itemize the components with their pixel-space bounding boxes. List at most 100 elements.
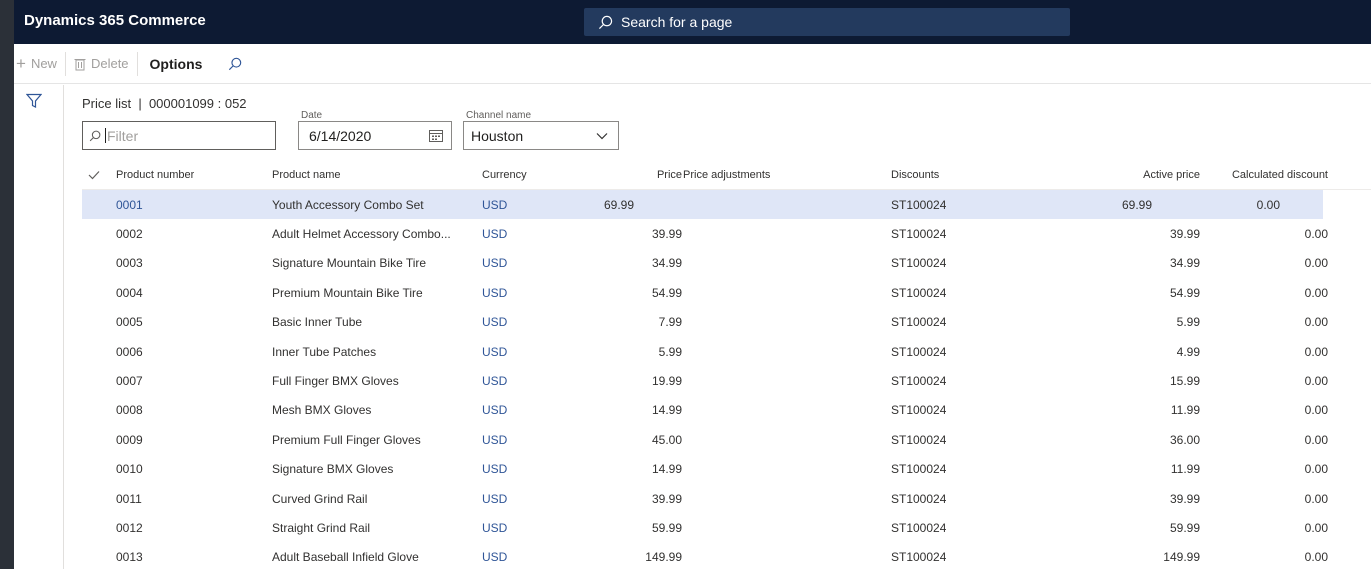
product-number-cell[interactable]: 0004 [116,286,143,300]
date-value: 6/14/2020 [309,127,372,144]
currency-cell[interactable]: USD [482,550,507,564]
discounts-cell: ST100024 [891,285,947,300]
filter-icon[interactable] [26,93,42,109]
column-header-active-price[interactable]: Active price [1143,169,1200,181]
product-number-cell[interactable]: 0001 [116,198,143,212]
currency-cell[interactable]: USD [482,492,507,506]
page-search-box[interactable]: Search for a page [584,8,1070,36]
active-price-cell: 149.99 [1163,550,1200,565]
price-cell: 34.99 [651,256,682,271]
search-icon [89,130,101,141]
left-rail [14,85,64,569]
product-number-cell[interactable]: 0009 [116,433,143,447]
product-number-cell[interactable]: 0003 [116,256,143,270]
product-name-cell: Premium Mountain Bike Tire [272,285,423,300]
date-field[interactable]: 6/14/2020 [298,121,452,150]
channel-name-dropdown[interactable]: Houston [463,121,619,150]
price-cell: 19.99 [651,374,682,389]
calculated-discount-cell: 0.00 [1304,344,1328,359]
column-header-discounts[interactable]: Discounts [891,169,939,181]
product-number-cell[interactable]: 0008 [116,403,143,417]
table-row[interactable]: 0007 Full Finger BMX Gloves USD 19.99 ST1000… [82,366,1371,395]
new-button-label: New [30,56,57,71]
table-row[interactable]: 0008 Mesh BMX Gloves USD 14.99 ST100024 11.99… [82,396,1371,425]
calculated-discount-cell: 0.00 [1304,491,1328,506]
active-price-cell: 34.99 [1169,256,1200,271]
calculated-discount-cell: 0.00 [1304,285,1328,300]
price-cell: 14.99 [651,403,682,418]
table-row[interactable]: 0010 Signature BMX Gloves USD 14.99 ST100024… [82,455,1371,484]
table-row[interactable]: 0006 Inner Tube Patches USD 5.99 ST100024 4.9… [82,337,1371,366]
active-price-cell: 69.99 [1121,197,1152,212]
filter-input[interactable]: Filter [82,121,276,150]
text-cursor [105,128,106,143]
column-header-price-adjustments[interactable]: Price adjustments [683,169,770,181]
new-button[interactable]: + New [14,44,65,84]
currency-cell[interactable]: USD [482,345,507,359]
product-number-cell[interactable]: 0011 [116,492,142,506]
options-tab[interactable]: Options [136,51,215,76]
currency-cell[interactable]: USD [482,462,507,476]
active-price-cell: 39.99 [1169,491,1200,506]
currency-cell[interactable]: USD [482,286,507,300]
discounts-cell: ST100024 [891,491,947,506]
price-cell: 45.00 [651,432,682,447]
select-all-checkmark-icon[interactable] [88,170,100,180]
grid-body: 0001 Youth Accessory Combo Set USD 69.99 ST1… [82,190,1371,569]
active-price-cell: 15.99 [1169,374,1200,389]
product-name-cell: Adult Baseball Infield Glove [272,550,419,565]
product-number-cell[interactable]: 0012 [116,521,143,535]
discounts-cell: ST100024 [891,374,947,389]
plus-icon: + [16,54,26,73]
product-number-cell[interactable]: 0010 [116,462,143,476]
currency-cell[interactable]: USD [482,403,507,417]
table-row[interactable]: 0005 Basic Inner Tube USD 7.99 ST100024 5.99 0… [82,308,1371,337]
column-header-calculated-discount[interactable]: Calculated discount [1232,169,1328,181]
discounts-cell: ST100024 [891,550,947,565]
price-cell: 7.99 [658,315,682,330]
currency-cell[interactable]: USD [482,374,507,388]
currency-cell[interactable]: USD [482,198,507,212]
active-price-cell: 36.00 [1169,432,1200,447]
active-price-cell: 11.99 [1170,403,1200,418]
table-row[interactable]: 0009 Premium Full Finger Gloves USD 45.00 ST… [82,425,1371,454]
table-row[interactable]: 0003 Signature Mountain Bike Tire USD 34.99… [82,249,1371,278]
delete-button[interactable]: Delete [64,51,137,76]
currency-cell[interactable]: USD [482,315,507,329]
product-number-cell[interactable]: 0006 [116,345,143,359]
search-icon [598,15,613,29]
price-cell: 39.99 [651,491,682,506]
price-cell: 149.99 [645,550,682,565]
calculated-discount-cell: 0.00 [1304,315,1328,330]
product-number-cell[interactable]: 0007 [116,374,143,388]
currency-cell[interactable]: USD [482,433,507,447]
table-row[interactable]: 0012 Straight Grind Rail USD 59.99 ST100024 5… [82,513,1371,542]
column-header-currency[interactable]: Currency [482,169,527,181]
app-title[interactable]: Dynamics 365 Commerce [24,12,206,29]
product-name-cell: Straight Grind Rail [272,520,371,535]
product-number-cell[interactable]: 0005 [116,315,143,329]
calendar-icon[interactable] [429,129,443,142]
trash-icon [74,58,86,70]
table-row[interactable]: 0011 Curved Grind Rail USD 39.99 ST100024 39.… [82,484,1371,513]
column-header-product-number[interactable]: Product number [116,169,194,181]
price-cell: 69.99 [603,197,634,212]
active-price-cell: 4.99 [1176,344,1200,359]
table-row[interactable]: 0001 Youth Accessory Combo Set USD 69.99 ST1… [82,190,1323,220]
product-number-cell[interactable]: 0013 [116,550,143,564]
search-icon [229,57,242,70]
column-header-product-name[interactable]: Product name [272,169,477,181]
product-name-cell: Basic Inner Tube [272,315,363,330]
currency-cell[interactable]: USD [482,227,507,241]
currency-cell[interactable]: USD [482,256,507,270]
table-row[interactable]: 0004 Premium Mountain Bike Tire USD 54.99 ST… [82,278,1371,307]
action-pane: + New Delete Options [14,44,1371,84]
price-cell: 5.99 [658,344,682,359]
channel-value: Houston [471,127,524,144]
find-button[interactable] [214,44,250,84]
table-row[interactable]: 0002 Adult Helmet Accessory Combo... USD 39… [82,219,1371,248]
column-header-price[interactable]: Price [657,169,682,181]
table-row[interactable]: 0013 Adult Baseball Infield Glove USD 149.9… [82,543,1371,569]
currency-cell[interactable]: USD [482,521,507,535]
product-number-cell[interactable]: 0002 [116,227,143,241]
